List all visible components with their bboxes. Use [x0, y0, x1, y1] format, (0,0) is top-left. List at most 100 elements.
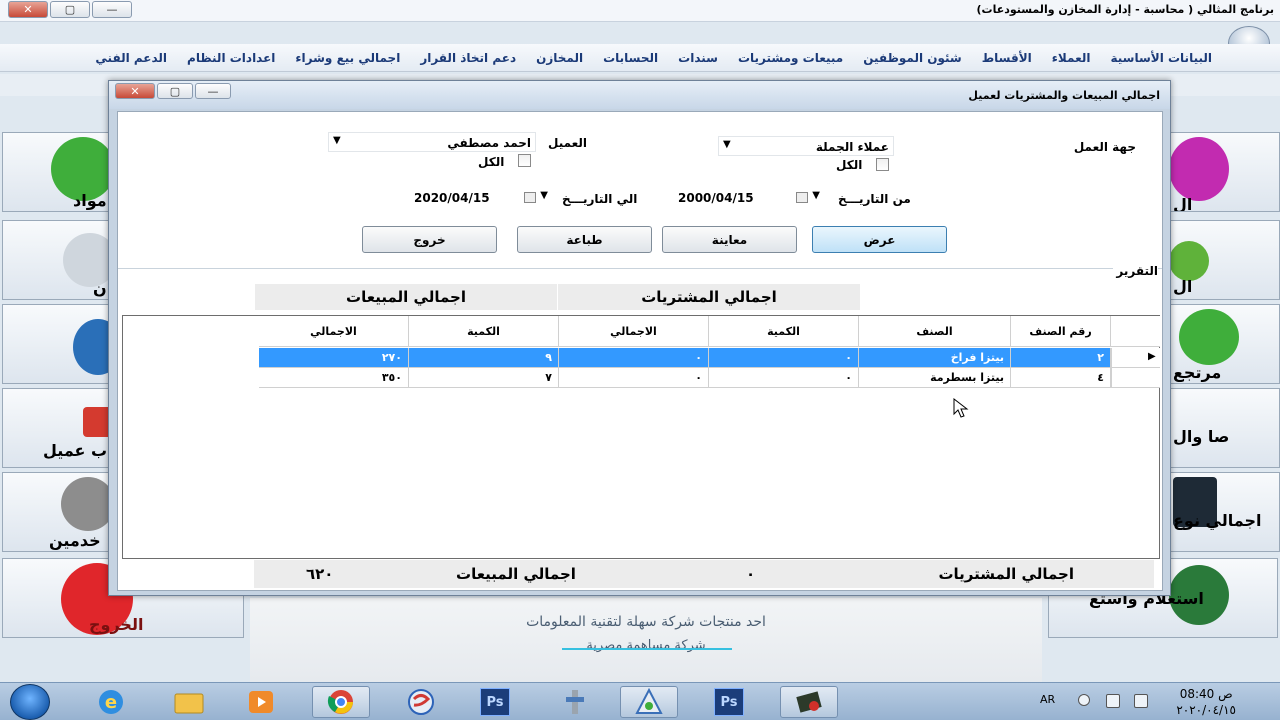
sales-purchases-dialog: ✕ ▢ — اجمالي المبيعات والمشتريات لعميل ج…	[108, 80, 1171, 596]
from-date-label: من التاريـــخ	[838, 192, 911, 206]
menu-vouchers[interactable]: سندات	[678, 51, 718, 65]
right-tile-5[interactable]: اجمالي نوع	[1168, 472, 1280, 552]
dialog-restore-button[interactable]: ▢	[157, 83, 193, 99]
cell-sales-qty[interactable]: ٧	[409, 368, 559, 388]
print-button[interactable]: طباعة	[517, 226, 652, 253]
right-tile-4[interactable]: صا وال	[1168, 388, 1280, 468]
menu-employees[interactable]: شئون الموظفين	[863, 51, 961, 65]
party-all-checkbox[interactable]	[876, 158, 889, 171]
clock[interactable]: ص 08:40 ٢٠٢٠/٠٤/١٥	[1176, 686, 1236, 718]
purchases-total-value: ٠	[746, 565, 756, 583]
app-icon[interactable]	[392, 686, 450, 718]
cell-item-no[interactable]: ٤	[1011, 368, 1111, 388]
to-date-picker[interactable]: 2020/04/15 ▼	[410, 188, 550, 208]
right-tile-2[interactable]: ال	[1168, 220, 1280, 300]
left-tile-items[interactable]: مواد	[2, 132, 114, 212]
menu-stores[interactable]: المخازن	[536, 51, 583, 65]
cell-purchase-qty[interactable]: ٠	[709, 368, 859, 388]
menu-bar: البيانات الأساسية العملاء الأقساط شئون ا…	[0, 44, 1280, 72]
photoshop-icon[interactable]: Ps	[700, 686, 758, 718]
menu-support[interactable]: الدعم الفني	[95, 51, 167, 65]
sales-total-value: ٦٢٠	[306, 565, 334, 583]
chevron-down-icon: ▼	[333, 135, 341, 146]
gear-icon	[61, 477, 113, 531]
row-header-corner	[1111, 316, 1160, 347]
right-tile-1[interactable]: ال	[1168, 132, 1280, 212]
calendar-icon[interactable]	[796, 192, 808, 203]
cell-item[interactable]: بيتزا فراخ	[859, 348, 1011, 368]
app-restore-button[interactable]: ▢	[50, 1, 90, 18]
party-value: عملاء الجملة	[815, 140, 889, 154]
left-tile-4[interactable]: ب عميل	[2, 388, 114, 468]
cell-purchase-qty[interactable]: ٠	[709, 348, 859, 368]
clock-date: ٢٠٢٠/٠٤/١٥	[1176, 703, 1236, 717]
right-tile-label: ال	[1173, 195, 1193, 212]
company-divider	[562, 648, 732, 650]
left-tile-label: مواد	[73, 191, 107, 210]
exit-tile-label: الخروج	[89, 615, 144, 634]
left-tile-5[interactable]: خدمين	[2, 472, 114, 552]
customer-select[interactable]: احمد مصطفي ▼	[328, 132, 536, 152]
right-tile-label: ال	[1173, 277, 1193, 296]
tray-arrow-icon[interactable]	[1078, 694, 1090, 706]
menu-installments[interactable]: الأقساط	[982, 51, 1032, 65]
chevron-down-icon: ▼	[812, 190, 820, 201]
svg-text:e: e	[105, 692, 117, 713]
report-grid[interactable]: رقم الصنف الصنف الكمية الاجمالي الكمية ا…	[122, 315, 1160, 559]
dialog-minimize-button[interactable]: —	[195, 83, 231, 99]
left-tile-2[interactable]: ن	[2, 220, 114, 300]
chrome-icon[interactable]	[312, 686, 370, 718]
col-header-item-no[interactable]: رقم الصنف	[1011, 316, 1111, 347]
cell-sales-qty[interactable]: ٩	[409, 348, 559, 368]
ie-icon[interactable]: e	[82, 686, 140, 718]
menu-accounts[interactable]: الحسابات	[603, 51, 658, 65]
start-button[interactable]	[10, 684, 50, 720]
menu-customers[interactable]: العملاء	[1052, 51, 1091, 65]
cell-sales-total[interactable]: ٢٧٠	[259, 348, 409, 368]
chevron-down-icon: ▼	[723, 139, 731, 150]
language-indicator[interactable]: AR	[1040, 693, 1055, 706]
exit-button[interactable]: خروج	[362, 226, 497, 253]
menu-settings[interactable]: اعدادات النظام	[187, 51, 275, 65]
cell-item[interactable]: بيتزا بسطرمة	[859, 368, 1011, 388]
mouse-cursor-icon	[953, 398, 969, 418]
col-header-sales-qty[interactable]: الكمية	[409, 316, 559, 347]
cell-purchase-total[interactable]: ٠	[559, 348, 709, 368]
col-header-sales-total[interactable]: الاجمالي	[259, 316, 409, 347]
app-icon[interactable]	[620, 686, 678, 718]
app-close-button[interactable]: ✕	[8, 1, 48, 18]
menu-decision-support[interactable]: دعم اتخاذ القرار	[420, 51, 516, 65]
right-tile-label: صا وال	[1173, 427, 1230, 446]
clock-ampm: ص	[1218, 687, 1233, 701]
network-icon[interactable]	[1106, 694, 1120, 708]
from-date-picker[interactable]: 2000/04/15 ▼	[674, 188, 822, 208]
cell-purchase-total[interactable]: ٠	[559, 368, 709, 388]
dialog-close-button[interactable]: ✕	[115, 83, 155, 99]
media-icon[interactable]	[232, 686, 290, 718]
left-tile-3[interactable]	[2, 304, 114, 384]
cell-item-no[interactable]: ٢	[1011, 348, 1111, 368]
view-button[interactable]: عرض	[812, 226, 947, 253]
party-select[interactable]: عملاء الجملة ▼	[718, 136, 894, 156]
folder-icon[interactable]	[160, 686, 218, 718]
to-date-value: 2020/04/15	[414, 191, 490, 205]
app-icon[interactable]	[780, 686, 838, 718]
cell-sales-total[interactable]: ٣٥٠	[259, 368, 409, 388]
volume-icon[interactable]	[1134, 694, 1148, 708]
customer-value: احمد مصطفي	[447, 136, 531, 150]
menu-basic-data[interactable]: البيانات الأساسية	[1110, 51, 1212, 65]
dialog-title: اجمالي المبيعات والمشتريات لعميل	[968, 89, 1160, 102]
menu-totals[interactable]: اجمالي بيع وشراء	[295, 51, 400, 65]
recycle-icon	[1179, 309, 1239, 365]
col-header-purchase-qty[interactable]: الكمية	[709, 316, 859, 347]
photoshop-icon[interactable]: Ps	[466, 686, 524, 718]
col-header-purchase-total[interactable]: الاجمالي	[559, 316, 709, 347]
calendar-icon[interactable]	[524, 192, 536, 203]
menu-sales-purchases[interactable]: مبيعات ومشتريات	[738, 51, 843, 65]
right-tile-3[interactable]: مرتجع	[1168, 304, 1280, 384]
preview-button[interactable]: معاينة	[662, 226, 797, 253]
customer-all-checkbox[interactable]	[518, 154, 531, 167]
app-minimize-button[interactable]: —	[92, 1, 132, 18]
col-header-item[interactable]: الصنف	[859, 316, 1011, 347]
tool-icon[interactable]	[546, 686, 604, 718]
